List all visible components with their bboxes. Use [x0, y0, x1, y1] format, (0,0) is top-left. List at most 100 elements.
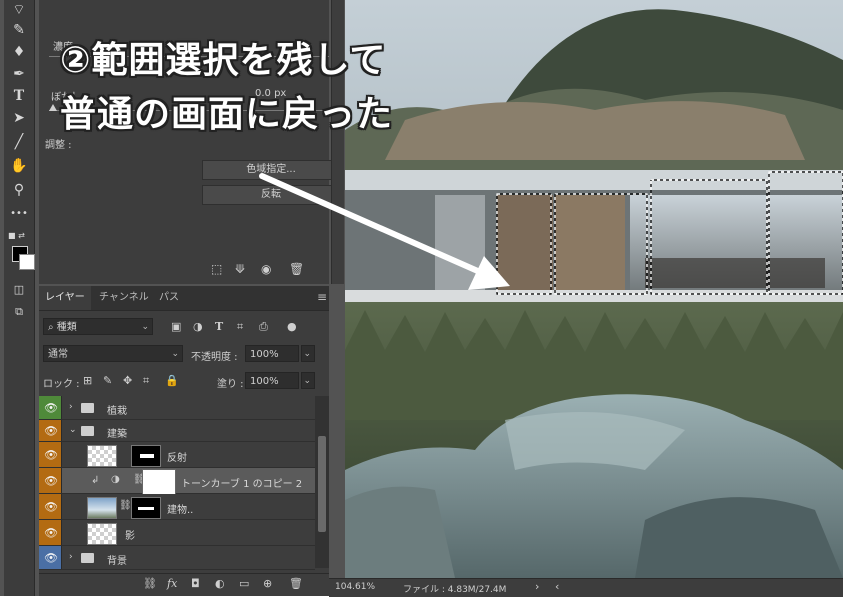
background-color-swatch[interactable] — [19, 254, 35, 270]
search-icon: ⌕ — [48, 322, 57, 333]
more-icon[interactable]: ••• — [8, 204, 30, 224]
filter-kind-select[interactable]: ⌕ 種類 ⌄ — [43, 318, 153, 335]
layer-mask-thumbnail[interactable] — [143, 470, 175, 494]
load-selection-icon[interactable]: ⬚ — [211, 262, 222, 276]
visibility-toggle[interactable]: 👁 — [39, 468, 62, 493]
lock-position-icon[interactable]: ✥ — [123, 374, 132, 387]
layer-name: 建築 — [107, 429, 127, 440]
layer-thumbnail — [87, 445, 117, 467]
fill-dropdown[interactable]: ⌄ — [301, 372, 315, 389]
lock-artboard-icon[interactable]: ⌗ — [143, 374, 149, 388]
hand-icon[interactable]: ✋ — [8, 156, 30, 176]
layer-row[interactable]: 👁 ⌄ 建築 — [39, 420, 315, 442]
layer-row[interactable]: 👁 影 — [39, 520, 315, 546]
fill-label: 塗り : — [217, 379, 244, 390]
pen-icon[interactable]: ✒ — [8, 64, 30, 84]
visibility-toggle[interactable]: 👁 — [39, 442, 62, 467]
filter-type-icon[interactable]: T — [215, 320, 223, 333]
layer-row[interactable]: 👁 › 背景 — [39, 546, 315, 570]
clip-arrow-icon: ↲ — [91, 475, 100, 486]
layers-footer: ⛓ fx ◘ ◐ ▭ ⊕ 🗑 — [39, 573, 329, 596]
filter-toggle-icon[interactable]: ● — [287, 320, 297, 333]
tools-panel: ⌔ ✎ ♦ ✒ T ➤ ╱ ✋ ⚲ ••• ■ ⇄ ◫ ⧉ — [4, 0, 35, 596]
filter-kind-value: 種類 — [56, 322, 77, 333]
layer-row[interactable]: 👁 反射 — [39, 442, 315, 468]
layer-thumbnail — [87, 523, 117, 545]
tab-layers[interactable]: レイヤー — [39, 286, 91, 310]
chevron-down-icon: ⌄ — [303, 349, 311, 359]
opacity-input[interactable]: 100% — [245, 345, 299, 362]
line-icon[interactable]: ╱ — [8, 132, 30, 152]
filter-adjustment-icon[interactable]: ◑ — [193, 320, 203, 333]
fx-icon[interactable]: fx — [167, 577, 177, 590]
folder-open-icon — [81, 426, 94, 436]
zoom-level[interactable]: 104.61% — [335, 582, 375, 592]
add-mask-icon[interactable]: ◘ — [191, 577, 200, 590]
feather-slider-thumb[interactable] — [49, 104, 57, 111]
layer-mask-thumbnail[interactable] — [131, 445, 161, 467]
blend-mode-select[interactable]: 通常 ⌄ — [43, 345, 183, 362]
prev-arrow-icon[interactable]: ‹ — [555, 580, 559, 593]
filter-pixel-icon[interactable]: ▣ — [171, 320, 181, 333]
scrollbar-thumb[interactable] — [318, 436, 326, 532]
link-icon[interactable]: ⛓ — [119, 500, 132, 511]
color-range-button[interactable]: 色域指定... — [202, 160, 340, 180]
folder-icon — [81, 553, 94, 563]
chevron-down-icon[interactable]: ⌄ — [69, 425, 77, 435]
folder-icon — [81, 403, 94, 413]
filter-row: ⌕ 種類 ⌄ ▣ ◑ T ⌗ ⎙ ● — [39, 318, 329, 340]
zoom-icon[interactable]: ⚲ — [8, 180, 30, 200]
clone-stamp-icon[interactable]: ♦ — [8, 42, 30, 62]
trash-icon[interactable]: 🗑 — [289, 262, 304, 276]
lock-pixels-icon[interactable]: ✎ — [103, 374, 112, 387]
lock-row: ロック : ⊞ ✎ ✥ ⌗ 🔒 塗り : 100% ⌄ — [39, 372, 329, 394]
photoshop-window: ⌔ ✎ ♦ ✒ T ➤ ╱ ✋ ⚲ ••• ■ ⇄ ◫ ⧉ 濃度 ぼかし : 0… — [0, 0, 843, 597]
tab-channels[interactable]: チャンネル — [93, 286, 155, 310]
brush-icon[interactable]: ✎ — [8, 20, 30, 40]
chevron-down-icon: ⌄ — [303, 376, 311, 386]
layer-row[interactable]: 👁 › 植栽 — [39, 396, 315, 420]
invert-button[interactable]: 反転 — [202, 185, 340, 205]
visibility-eye-icon[interactable]: ◉ — [261, 262, 271, 276]
tab-paths[interactable]: パス — [153, 286, 185, 310]
new-layer-icon[interactable]: ⊕ — [263, 577, 272, 590]
lock-transparent-icon[interactable]: ⊞ — [83, 374, 92, 387]
layers-scrollbar[interactable] — [315, 396, 329, 568]
lasso-icon[interactable]: ⌔ — [8, 0, 30, 20]
screen-mode-icon[interactable]: ⧉ — [8, 302, 30, 322]
layer-name: 影 — [125, 531, 135, 542]
visibility-toggle[interactable]: 👁 — [39, 494, 62, 519]
eye-icon: 👁 — [44, 500, 58, 513]
eye-icon: 👁 — [44, 474, 58, 487]
new-group-icon[interactable]: ▭ — [239, 577, 249, 590]
type-icon[interactable]: T — [8, 86, 30, 106]
visibility-toggle[interactable]: 👁 — [39, 520, 62, 545]
visibility-toggle[interactable]: 👁 — [39, 546, 62, 569]
path-select-icon[interactable]: ➤ — [8, 108, 30, 128]
opacity-dropdown[interactable]: ⌄ — [301, 345, 315, 362]
fill-input[interactable]: 100% — [245, 372, 299, 389]
layers-panel-tabs: レイヤー チャンネル パス ≡ — [39, 286, 329, 311]
filter-smart-object-icon[interactable]: ⎙ — [259, 320, 268, 334]
link-layers-icon[interactable]: ⛓ — [143, 577, 157, 590]
next-arrow-icon[interactable]: › — [535, 580, 539, 593]
visibility-toggle[interactable]: 👁 — [39, 396, 62, 419]
new-adjustment-icon[interactable]: ◐ — [215, 577, 225, 590]
panel-menu-icon[interactable]: ≡ — [317, 290, 327, 304]
delete-layer-icon[interactable]: 🗑 — [289, 577, 303, 590]
visibility-toggle[interactable]: 👁 — [39, 420, 62, 441]
chevron-right-icon[interactable]: › — [69, 402, 73, 412]
layer-name: 植栽 — [107, 406, 127, 417]
chevron-down-icon: ⌄ — [141, 322, 149, 332]
filter-shape-icon[interactable]: ⌗ — [237, 320, 243, 334]
blend-row: 通常 ⌄ 不透明度 : 100% ⌄ — [39, 345, 329, 367]
quick-mask-icon[interactable]: ◫ — [8, 280, 30, 300]
default-colors-icon[interactable]: ■ ⇄ — [8, 231, 25, 240]
layer-mask-thumbnail[interactable] — [131, 497, 161, 519]
layer-name: トーンカーブ 1 のコピー 2 — [181, 479, 303, 490]
layer-row[interactable]: 👁 ⛓ 建物.. — [39, 494, 315, 520]
layer-row-selected[interactable]: 👁 ↲ ◑ ⛓ トーンカーブ 1 のコピー 2 — [39, 468, 315, 494]
apply-mask-icon[interactable]: ⟱ — [235, 262, 245, 276]
chevron-right-icon[interactable]: › — [69, 552, 73, 562]
lock-all-icon[interactable]: 🔒 — [165, 374, 179, 387]
